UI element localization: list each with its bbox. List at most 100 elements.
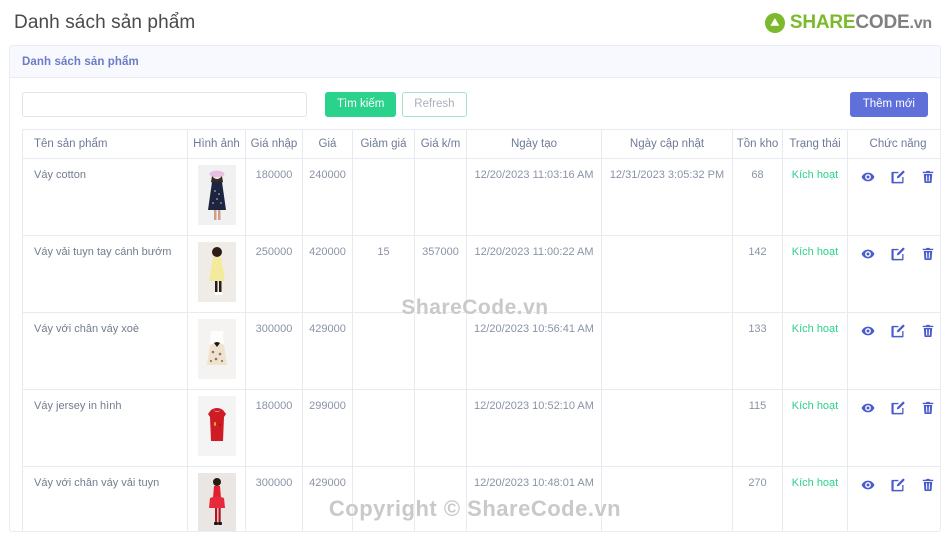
status-badge: Kích hoạt <box>791 169 839 181</box>
sharecode-logo: SHARECODE.vn <box>764 11 936 34</box>
cell-status: Kích hoạt <box>782 158 848 236</box>
edit-icon[interactable] <box>891 170 905 184</box>
cell-cost-price: 300000 <box>245 466 303 531</box>
cell-promo-price <box>414 312 467 390</box>
col-header-cost: Giá nhập <box>245 129 303 159</box>
cell-stock: 133 <box>732 312 783 390</box>
delete-icon[interactable] <box>921 478 935 492</box>
status-badge: Kích hoạt <box>791 246 839 258</box>
topbar: Danh sách sản phẩm SHARECODE.vn <box>0 0 950 45</box>
eye-icon[interactable] <box>861 401 875 415</box>
add-new-button[interactable]: Thêm mới <box>849 92 928 117</box>
logo-code-text: CODE <box>855 11 910 33</box>
edit-icon[interactable] <box>891 401 905 415</box>
cell-product-image <box>187 389 246 467</box>
cell-price: 429000 <box>302 312 353 390</box>
edit-icon[interactable] <box>891 247 905 261</box>
cell-cost-price: 250000 <box>245 235 303 313</box>
cell-stock: 270 <box>732 466 783 531</box>
eye-icon[interactable] <box>861 324 875 338</box>
refresh-button[interactable]: Refresh <box>402 92 467 117</box>
card-header: Danh sách sản phẩm <box>10 46 940 78</box>
col-header-created: Ngày tạo <box>466 129 602 159</box>
product-thumbnail <box>197 473 236 531</box>
cell-discount <box>352 466 415 531</box>
cell-cost-price: 300000 <box>245 312 303 390</box>
table-row: Váy jersey in hình 180000 299000 12/20/2… <box>22 389 940 467</box>
logo-vn-text: .vn <box>909 14 932 32</box>
row-actions <box>849 246 940 261</box>
row-actions <box>849 169 940 184</box>
cell-stock: 68 <box>732 158 783 236</box>
search-button[interactable]: Tìm kiếm <box>325 92 397 117</box>
toolbar: Tìm kiếm Refresh Thêm mới <box>10 78 940 129</box>
cell-updated-date: 12/31/2023 3:05:32 PM <box>601 158 733 236</box>
cell-product-image <box>187 158 246 236</box>
product-list-card: Danh sách sản phẩm Tìm kiếm Refresh Thêm… <box>9 45 941 532</box>
cell-created-date: 12/20/2023 10:56:41 AM <box>466 312 602 390</box>
table-row: Váy với chân váy xoè 300000 429000 12/20… <box>22 312 940 390</box>
delete-icon[interactable] <box>921 324 935 338</box>
product-thumbnail <box>197 319 236 379</box>
cell-product-name: Váy vải tuyn tay cánh bướm <box>22 235 188 313</box>
col-header-promo-price: Giá k/m <box>414 129 467 159</box>
delete-icon[interactable] <box>921 170 935 184</box>
cell-promo-price: 357000 <box>414 235 467 313</box>
cell-price: 429000 <box>302 466 353 531</box>
cell-price: 420000 <box>302 235 353 313</box>
cell-updated-date <box>601 312 733 390</box>
recycle-logo-icon <box>764 12 785 33</box>
app-root: Danh sách sản phẩm SHARECODE.vn Danh sác… <box>0 0 950 536</box>
cell-product-image <box>187 466 246 531</box>
cell-actions <box>847 312 940 390</box>
cell-discount: 15 <box>352 235 415 313</box>
table-row: Váy vải tuyn tay cánh bướm 250000 420000… <box>22 235 940 313</box>
col-header-image: Hình ảnh <box>187 129 246 159</box>
cell-product-name: Váy jersey in hình <box>22 389 188 467</box>
card-header-title: Danh sách sản phẩm <box>22 55 139 68</box>
cell-product-name: Váy với chân váy xoè <box>22 312 188 390</box>
search-input[interactable] <box>22 92 307 117</box>
status-badge: Kích hoạt <box>791 400 839 412</box>
table-row: Váy với chân váy vải tuyn 300000 429000 … <box>22 466 940 531</box>
cell-product-name: Váy cotton <box>22 158 188 236</box>
cell-product-image <box>187 235 246 313</box>
cell-status: Kích hoạt <box>782 235 848 313</box>
edit-icon[interactable] <box>891 478 905 492</box>
delete-icon[interactable] <box>921 247 935 261</box>
cell-created-date: 12/20/2023 10:52:10 AM <box>466 389 602 467</box>
cell-price: 299000 <box>302 389 353 467</box>
table-row: Váy cotton 180000 240000 12/20/2023 11:0… <box>22 158 940 236</box>
row-actions <box>849 323 940 338</box>
cell-promo-price <box>414 466 467 531</box>
product-thumbnail <box>197 396 236 456</box>
cell-stock: 142 <box>732 235 783 313</box>
cell-discount <box>352 389 415 467</box>
cell-updated-date <box>601 389 733 467</box>
col-header-name: Tên sản phẩm <box>22 129 188 159</box>
col-header-stock: Tồn kho <box>732 129 783 159</box>
table-head: Tên sản phẩm Hình ảnh Giá nhập Giá Giảm … <box>22 129 940 159</box>
product-thumbnail <box>197 242 236 302</box>
col-header-price: Giá <box>302 129 353 159</box>
product-thumbnail <box>197 165 236 225</box>
cell-status: Kích hoạt <box>782 312 848 390</box>
table-container: Tên sản phẩm Hình ảnh Giá nhập Giá Giảm … <box>10 129 940 531</box>
eye-icon[interactable] <box>861 478 875 492</box>
eye-icon[interactable] <box>861 170 875 184</box>
cell-stock: 115 <box>732 389 783 467</box>
edit-icon[interactable] <box>891 324 905 338</box>
cell-cost-price: 180000 <box>245 158 303 236</box>
delete-icon[interactable] <box>921 401 935 415</box>
table-header-row: Tên sản phẩm Hình ảnh Giá nhập Giá Giảm … <box>22 129 940 159</box>
cell-actions <box>847 466 940 531</box>
col-header-actions: Chức năng <box>847 129 940 159</box>
cell-created-date: 12/20/2023 10:48:01 AM <box>466 466 602 531</box>
logo-share-text: SHARE <box>789 11 856 33</box>
cell-promo-price <box>414 158 467 236</box>
cell-created-date: 12/20/2023 11:00:22 AM <box>466 235 602 313</box>
col-header-discount: Giảm giá <box>352 129 415 159</box>
cell-updated-date <box>601 466 733 531</box>
cell-price: 240000 <box>302 158 353 236</box>
eye-icon[interactable] <box>861 247 875 261</box>
